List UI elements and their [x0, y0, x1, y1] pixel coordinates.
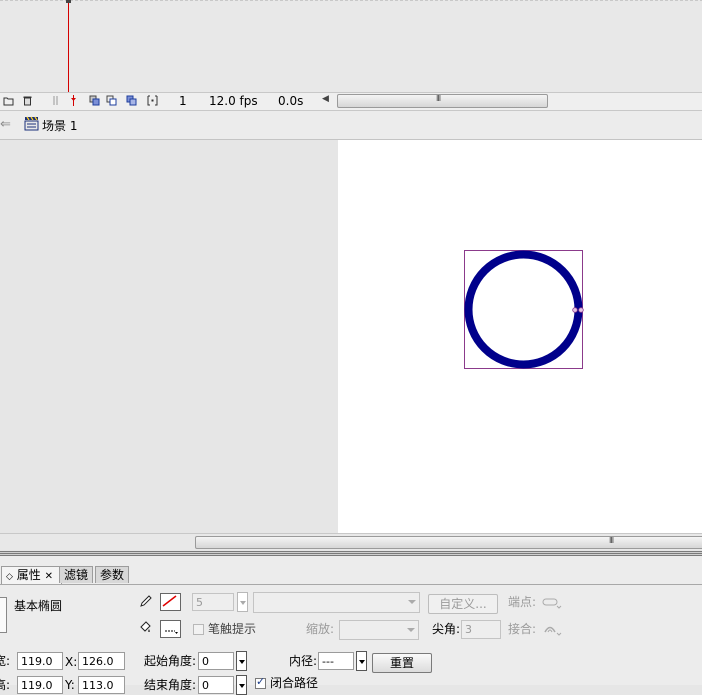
edit-bar: ⇐ 场景 1 — [0, 111, 702, 140]
y-label: Y: — [65, 678, 75, 692]
back-arrow-icon[interactable]: ⇐ — [0, 117, 11, 132]
frame-rate[interactable]: 12.0 fps — [209, 94, 258, 109]
tab-parameters[interactable]: 参数 — [95, 566, 130, 583]
tab-properties[interactable]: ◇ 属性 ✕ — [1, 566, 62, 584]
reset-button[interactable]: 重置 — [372, 653, 432, 673]
cap-label: 端点: — [508, 595, 537, 609]
pasteboard[interactable] — [0, 140, 338, 533]
start-angle-slider-button[interactable] — [236, 651, 247, 671]
inner-radius-input[interactable]: --- — [318, 652, 354, 670]
end-angle-input[interactable]: 0 — [198, 676, 234, 694]
custom-stroke-button[interactable]: 自定义... — [428, 594, 498, 614]
miter-label: 尖角: — [432, 622, 461, 636]
start-angle-label: 起始角度: — [144, 654, 197, 668]
stroke-color-swatch[interactable] — [160, 593, 181, 611]
chevron-down-icon — [408, 600, 416, 604]
timeline-frames[interactable] — [0, 0, 702, 92]
stage-scrollbar-track: III — [0, 533, 702, 550]
stroke-height-slider-button[interactable] — [237, 592, 248, 612]
edit-multiple-frames-icon[interactable] — [126, 95, 137, 106]
cap-select[interactable] — [542, 597, 562, 609]
grip-icon: III — [436, 94, 441, 103]
circle-shape[interactable] — [464, 250, 583, 369]
clapperboard-icon — [24, 116, 39, 131]
separator-icon — [53, 96, 58, 105]
modify-onion-markers-icon[interactable] — [147, 95, 158, 106]
scale-select[interactable] — [339, 620, 419, 640]
end-angle-slider-button[interactable] — [236, 675, 247, 695]
tab-parameters-label: 参数 — [100, 568, 125, 582]
tab-filters-label: 滤镜 — [64, 568, 89, 582]
x-label: X: — [65, 655, 78, 669]
close-icon[interactable]: ✕ — [45, 571, 53, 582]
fill-swatch-pattern-icon — [165, 630, 178, 634]
scene-name[interactable]: 场景 1 — [42, 117, 77, 134]
current-frame: 1 — [179, 94, 187, 108]
tool-name: 基本椭圆 — [14, 599, 63, 613]
trash-icon[interactable] — [22, 95, 33, 106]
playhead[interactable] — [68, 0, 69, 92]
timeline-toolbar: 1 12.0 fps 0.0s ◀ III — [0, 92, 702, 111]
join-label: 接合: — [508, 622, 537, 636]
onion-skin-outlines-icon[interactable] — [106, 95, 117, 106]
stage[interactable] — [338, 140, 702, 533]
height-input[interactable]: 119.0 — [17, 676, 63, 694]
miter-input[interactable]: 3 — [461, 620, 501, 639]
collapse-icon[interactable]: ◇ — [6, 572, 13, 582]
grip-icon: III — [609, 536, 614, 545]
fill-color-swatch[interactable] — [160, 620, 181, 638]
oval-primitive[interactable] — [458, 244, 584, 370]
y-input[interactable]: 113.0 — [78, 676, 125, 694]
center-frame-icon[interactable] — [68, 95, 79, 106]
stroke-hint-label: 笔触提示 — [208, 622, 257, 636]
stage-scrollbar[interactable]: III — [195, 536, 702, 549]
start-angle-input[interactable]: 0 — [198, 652, 234, 670]
angle-handle[interactable] — [572, 307, 578, 313]
width-input[interactable]: 119.0 — [17, 652, 63, 670]
chevron-down-icon — [407, 628, 415, 632]
join-select[interactable] — [542, 622, 562, 636]
join-round-icon — [544, 626, 562, 636]
inner-radius-slider-button[interactable] — [356, 651, 367, 671]
oval-tool-icon — [0, 597, 7, 633]
tab-filters[interactable]: 滤镜 — [59, 566, 94, 583]
playhead-handle[interactable] — [66, 0, 71, 3]
width-label: 宽: — [0, 654, 11, 668]
cap-round-icon — [542, 598, 562, 609]
scroll-left-icon[interactable]: ◀ — [322, 94, 329, 104]
timeline-ruler — [0, 0, 702, 1]
radius-handle[interactable] — [578, 307, 584, 313]
stroke-hint-checkbox[interactable] — [193, 624, 204, 635]
close-path-label: 闭合路径 — [270, 676, 319, 690]
stroke-style-select[interactable] — [253, 592, 420, 613]
end-angle-label: 结束角度: — [144, 678, 197, 692]
scale-label: 缩放: — [306, 622, 335, 636]
paint-bucket-icon — [140, 621, 151, 632]
onion-skin-icon[interactable] — [89, 95, 100, 106]
inner-radius-label: 内径: — [289, 654, 318, 668]
no-color-icon — [162, 595, 177, 607]
pencil-icon — [140, 595, 152, 607]
folder-icon[interactable] — [3, 95, 14, 106]
panel-tabs: ◇ 属性 ✕ 滤镜 参数 — [0, 566, 702, 585]
x-input[interactable]: 126.0 — [78, 652, 125, 670]
tab-properties-label: 属性 — [16, 568, 41, 582]
elapsed-time: 0.0s — [278, 94, 304, 108]
height-label: 高: — [0, 678, 11, 692]
close-path-checkbox[interactable] — [255, 675, 266, 689]
timeline-scrollbar[interactable]: III — [337, 94, 548, 108]
stroke-height-input[interactable]: 5 — [192, 593, 234, 611]
